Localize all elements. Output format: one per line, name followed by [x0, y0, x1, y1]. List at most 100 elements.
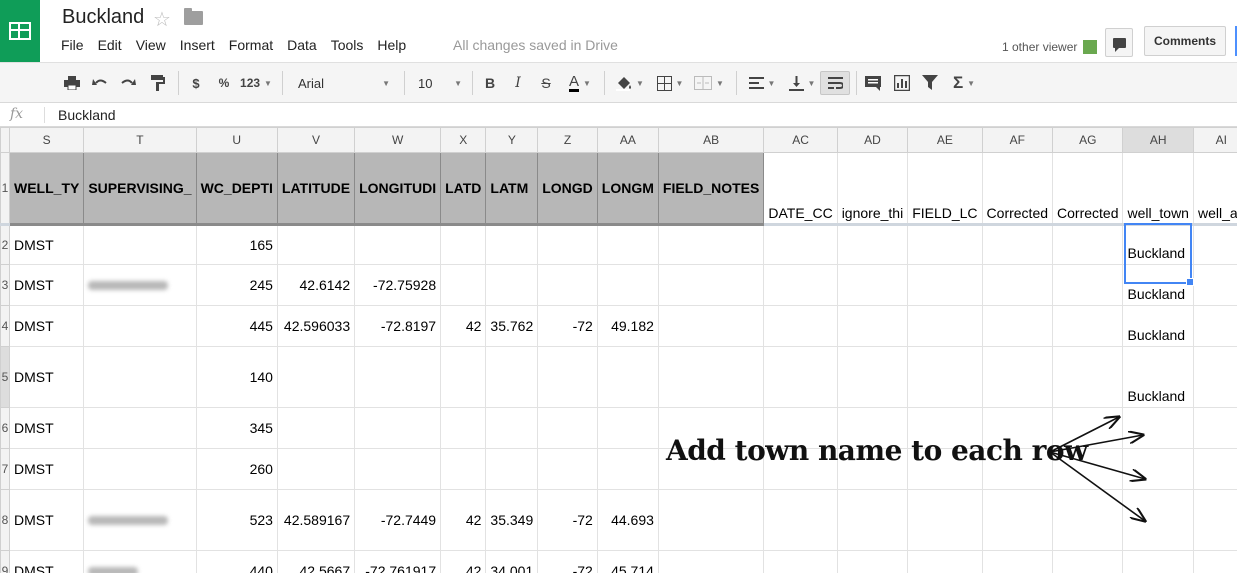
cell[interactable]: -72 [537, 489, 598, 551]
cell[interactable] [907, 489, 983, 551]
select-all-corner[interactable] [0, 127, 10, 153]
cell[interactable] [354, 448, 442, 490]
paint-format-icon[interactable] [148, 71, 168, 95]
cell[interactable]: 35.349 [485, 489, 539, 551]
strikethrough-button[interactable]: S [538, 71, 554, 95]
cell[interactable]: 35.762 [485, 305, 539, 347]
cell[interactable] [440, 448, 487, 490]
cell[interactable] [836, 264, 909, 306]
cell[interactable]: 345 [195, 407, 278, 449]
column-header[interactable]: U [195, 127, 278, 153]
filter-icon[interactable] [920, 71, 940, 95]
cell[interactable]: 42.5667 [276, 550, 356, 573]
cell[interactable]: 42.6142 [276, 264, 356, 306]
cell[interactable] [83, 346, 197, 408]
cell[interactable] [276, 448, 356, 490]
cell[interactable] [596, 264, 659, 306]
cell[interactable]: DMST [8, 305, 85, 347]
cell[interactable] [657, 346, 765, 408]
cell[interactable] [485, 264, 539, 306]
cell[interactable] [981, 489, 1054, 551]
cell[interactable] [836, 305, 909, 347]
vertical-align-button[interactable]: ▼ [784, 71, 820, 95]
font-family-select[interactable]: Arial ▼ [298, 71, 390, 95]
row-header[interactable]: 5 [0, 346, 10, 408]
horizontal-align-button[interactable]: ▼ [744, 71, 780, 95]
borders-button[interactable]: ▼ [652, 71, 688, 95]
formula-input[interactable]: Buckland [58, 107, 116, 123]
cell[interactable] [537, 224, 598, 265]
header-cell[interactable]: ignore_thi [836, 152, 909, 226]
cell[interactable]: DMST [8, 224, 85, 265]
cell[interactable]: -72 [537, 305, 598, 347]
cell[interactable] [83, 448, 197, 490]
cell[interactable]: 245 [195, 264, 278, 306]
cell[interactable] [537, 346, 598, 408]
cell[interactable]: 34.001 [485, 550, 539, 573]
font-size-select[interactable]: 10 ▼ [418, 71, 462, 95]
header-cell[interactable]: WC_DEPTI [195, 152, 278, 226]
header-cell[interactable]: WELL_TY [8, 152, 85, 226]
print-icon[interactable] [62, 71, 82, 95]
cell[interactable] [1192, 448, 1237, 490]
menu-view[interactable]: View [136, 37, 166, 57]
insert-comment-icon[interactable] [864, 71, 882, 95]
cell[interactable]: Buckland [1122, 305, 1194, 347]
cell[interactable] [763, 550, 838, 573]
cell[interactable] [836, 550, 909, 573]
cell[interactable]: -72.7449 [354, 489, 442, 551]
cell[interactable] [763, 224, 838, 265]
header-cell[interactable]: LONGD [537, 152, 598, 226]
cell[interactable]: 140 [195, 346, 278, 408]
header-cell[interactable]: LONGITUDI [354, 152, 442, 226]
cell[interactable]: DMST [8, 346, 85, 408]
cell[interactable] [1122, 448, 1194, 490]
cell[interactable] [981, 264, 1054, 306]
cell[interactable] [1122, 550, 1194, 573]
comments-button[interactable]: Comments [1144, 26, 1226, 56]
column-header[interactable]: AH [1122, 127, 1194, 153]
cell[interactable]: DMST [8, 550, 85, 573]
cell[interactable] [1122, 407, 1194, 449]
cell[interactable]: 42 [440, 305, 487, 347]
cell[interactable] [657, 305, 765, 347]
cell[interactable]: -72.8197 [354, 305, 442, 347]
redo-icon[interactable] [118, 71, 138, 95]
cell[interactable] [1052, 550, 1124, 573]
menu-format[interactable]: Format [229, 37, 273, 57]
percent-format-button[interactable]: % [216, 71, 232, 95]
menu-file[interactable]: File [61, 37, 84, 57]
row-header[interactable]: 1 [0, 152, 10, 226]
cell[interactable] [440, 407, 487, 449]
text-color-button[interactable]: A ▼ [562, 71, 598, 95]
text-wrap-button[interactable] [820, 71, 850, 95]
cell[interactable] [83, 224, 197, 265]
cell[interactable] [981, 550, 1054, 573]
column-header[interactable]: AC [763, 127, 838, 153]
cell[interactable] [596, 346, 659, 408]
cell[interactable] [440, 346, 487, 408]
row-header[interactable]: 9 [0, 550, 10, 573]
header-cell[interactable]: LATD [440, 152, 487, 226]
cell[interactable]: DMST [8, 264, 85, 306]
fill-color-button[interactable]: ▼ [612, 71, 648, 95]
cell[interactable] [596, 407, 659, 449]
cell[interactable] [836, 489, 909, 551]
cell[interactable] [1192, 346, 1237, 408]
cell[interactable] [596, 224, 659, 265]
column-header[interactable]: AA [596, 127, 659, 153]
header-cell[interactable]: well_town [1122, 152, 1194, 226]
cell[interactable] [1122, 489, 1194, 551]
cell[interactable] [83, 489, 197, 551]
cell[interactable]: DMST [8, 489, 85, 551]
cell[interactable]: Buckland [1122, 264, 1194, 306]
header-cell[interactable]: FIELD_LC [907, 152, 983, 226]
cell[interactable] [907, 346, 983, 408]
cell[interactable]: Buckland [1122, 346, 1194, 408]
undo-icon[interactable] [90, 71, 110, 95]
cell[interactable] [836, 346, 909, 408]
cell[interactable]: 440 [195, 550, 278, 573]
cell[interactable]: Buckland [1122, 224, 1194, 265]
more-formats-button[interactable]: 123 ▼ [238, 71, 274, 95]
cell[interactable] [83, 305, 197, 347]
